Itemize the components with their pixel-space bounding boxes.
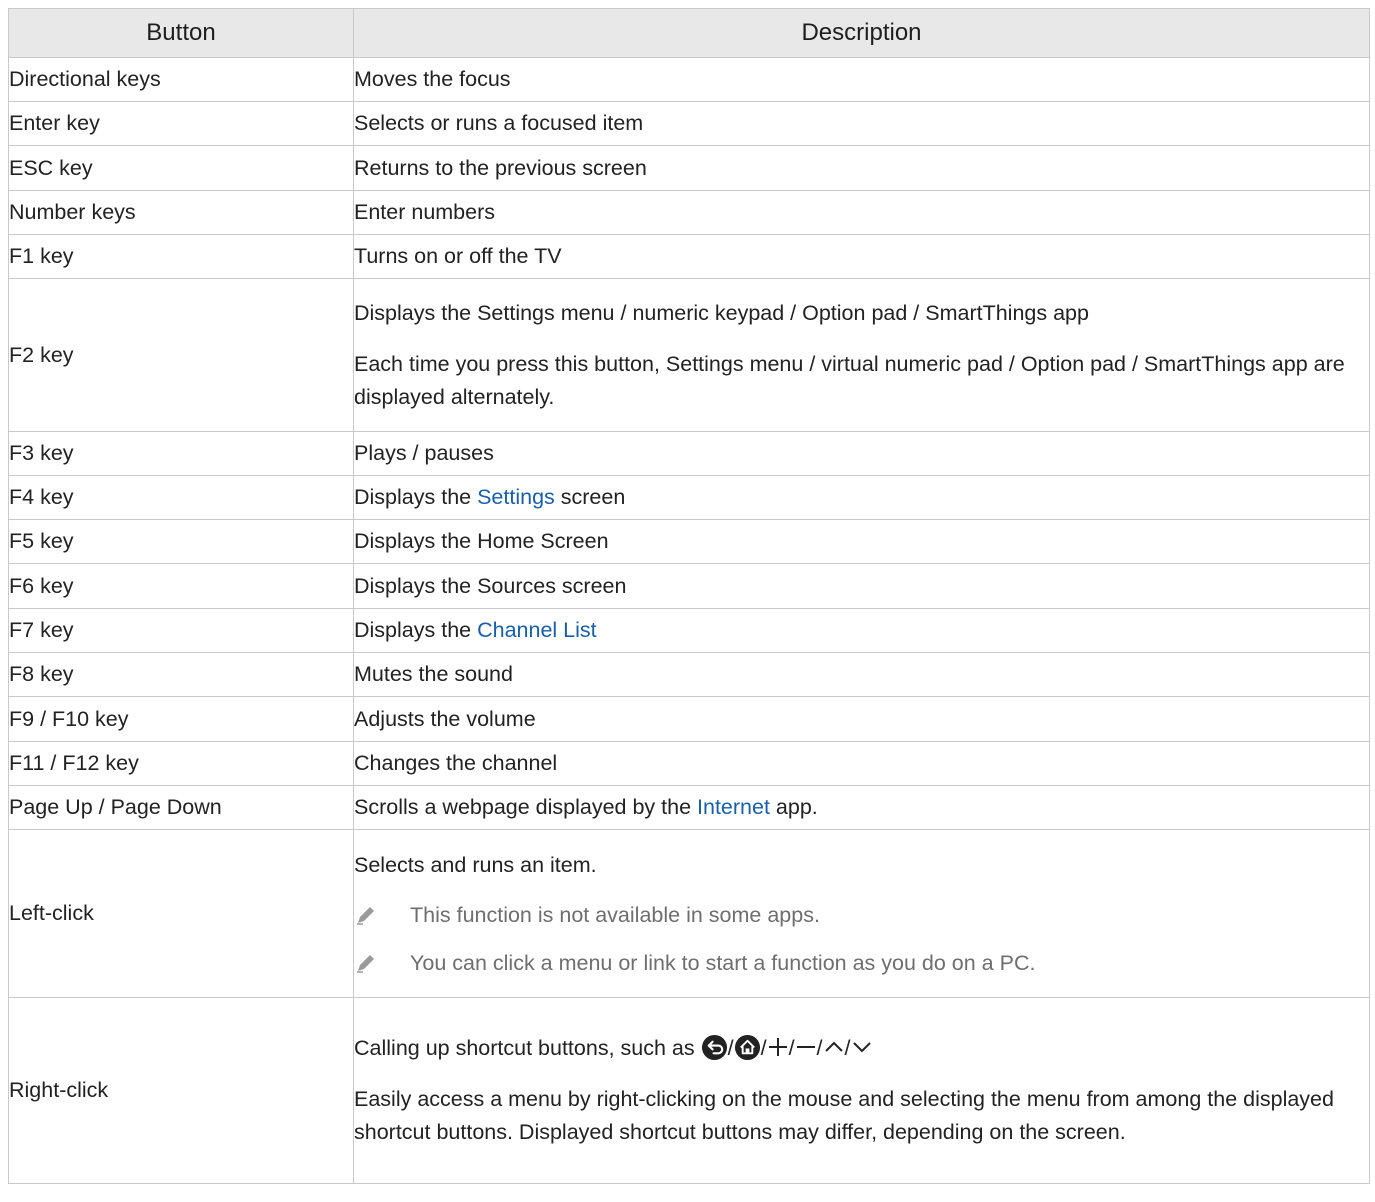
internet-link[interactable]: Internet <box>697 795 770 819</box>
description-cell: Returns to the previous screen <box>353 145 1370 191</box>
pencil-icon <box>357 955 374 973</box>
table-row: Number keys Enter numbers <box>8 190 1370 235</box>
description-cell: Mutes the sound <box>353 652 1370 697</box>
description-paragraph: Easily access a menu by right-clicking o… <box>354 1087 1334 1144</box>
button-cell: F8 key <box>8 652 354 697</box>
table-row: F1 key Turns on or off the TV <box>8 234 1370 279</box>
button-cell: ESC key <box>8 145 354 191</box>
plus-icon <box>768 1038 787 1056</box>
table-row: F2 key Displays the Settings menu / nume… <box>8 278 1370 432</box>
down-arrow-icon <box>852 1042 871 1053</box>
note-text: You can click a menu or link to start a … <box>410 951 1036 975</box>
description-cell: Displays the Channel List <box>353 608 1370 653</box>
button-cell: F9 / F10 key <box>8 696 354 742</box>
back-icon <box>701 1034 727 1061</box>
description-line: Selects and runs an item. <box>354 853 597 877</box>
keyboard-function-table: Button Description Directional keys Move… <box>8 8 1370 1184</box>
description-text: app. <box>769 795 818 819</box>
settings-link[interactable]: Settings <box>477 485 555 509</box>
description-cell: Displays the Settings menu / numeric key… <box>353 278 1370 432</box>
description-text: Calling up shortcut buttons, such as <box>354 1036 701 1060</box>
home-icon <box>734 1034 760 1061</box>
button-cell: Left-click <box>8 829 354 998</box>
description-cell: Displays the Home Screen <box>353 519 1370 564</box>
shortcut-line: Calling up shortcut buttons, such as / / /… <box>354 1032 1369 1065</box>
table-row: Left-click Selects and runs an item. Thi… <box>8 829 1370 998</box>
description-paragraph: Each time you press this button, Setting… <box>354 351 1345 409</box>
description-text: Scrolls a webpage displayed by the <box>354 795 698 819</box>
table-row: F11 / F12 key Changes the channel <box>8 741 1370 786</box>
button-cell: F5 key <box>8 519 354 564</box>
table-row: F9 / F10 key Adjusts the volume <box>8 696 1370 742</box>
table-row: F4 key Displays the Settings screen <box>8 475 1370 520</box>
description-cell: Turns on or off the TV <box>353 234 1370 279</box>
table-row: Directional keys Moves the focus <box>8 57 1370 102</box>
button-cell: F3 key <box>8 431 354 476</box>
button-cell: Directional keys <box>8 57 354 102</box>
description-cell: Enter numbers <box>353 190 1370 235</box>
description-text: Displays the <box>354 485 478 509</box>
table-row: Enter key Selects or runs a focused item <box>8 101 1370 146</box>
description-cell: Selects and runs an item. This function … <box>353 829 1370 998</box>
button-cell: Page Up / Page Down <box>8 785 354 830</box>
note-line: You can click a menu or link to start a … <box>354 948 1369 978</box>
description-line: Displays the Settings menu / numeric key… <box>354 300 1089 325</box>
description-text: screen <box>554 485 626 509</box>
button-cell: F1 key <box>8 234 354 279</box>
table-row: F6 key Displays the Sources screen <box>8 563 1370 609</box>
minus-icon <box>796 1046 815 1048</box>
table-row: F5 key Displays the Home Screen <box>8 519 1370 564</box>
table-row: F3 key Plays / pauses <box>8 431 1370 476</box>
note-line: This function is not available in some a… <box>354 900 1369 930</box>
pencil-icon <box>357 907 374 925</box>
button-cell: Number keys <box>8 190 354 235</box>
table-header-row: Button Description <box>8 8 1370 58</box>
description-cell: Selects or runs a focused item <box>353 101 1370 146</box>
button-cell: Enter key <box>8 101 354 146</box>
column-header-description: Description <box>353 8 1370 58</box>
description-cell: Changes the channel <box>353 741 1370 786</box>
table-row: F8 key Mutes the sound <box>8 652 1370 697</box>
button-cell: F6 key <box>8 563 354 609</box>
column-header-button: Button <box>8 8 354 58</box>
button-cell: Right-click <box>8 997 354 1184</box>
table-row: Page Up / Page Down Scrolls a webpage di… <box>8 785 1370 830</box>
description-cell: Displays the Sources screen <box>353 563 1370 609</box>
description-cell: Scrolls a webpage displayed by the Inter… <box>353 785 1370 830</box>
table-row: Right-click Calling up shortcut buttons,… <box>8 997 1370 1184</box>
description-cell: Displays the Settings screen <box>353 475 1370 520</box>
button-cell: F11 / F12 key <box>8 741 354 786</box>
description-cell: Moves the focus <box>353 57 1370 102</box>
button-cell: F2 key <box>8 278 354 432</box>
button-cell: F4 key <box>8 475 354 520</box>
button-cell: F7 key <box>8 608 354 653</box>
description-text: Displays the <box>354 618 478 642</box>
channel-list-link[interactable]: Channel List <box>477 618 597 642</box>
description-cell: Adjusts the volume <box>353 696 1370 742</box>
table-row: F7 key Displays the Channel List <box>8 608 1370 653</box>
description-cell: Calling up shortcut buttons, such as / / /… <box>353 997 1370 1184</box>
note-text: This function is not available in some a… <box>410 903 820 927</box>
table-row: ESC key Returns to the previous screen <box>8 145 1370 191</box>
description-cell: Plays / pauses <box>353 431 1370 476</box>
up-arrow-icon <box>824 1041 843 1052</box>
